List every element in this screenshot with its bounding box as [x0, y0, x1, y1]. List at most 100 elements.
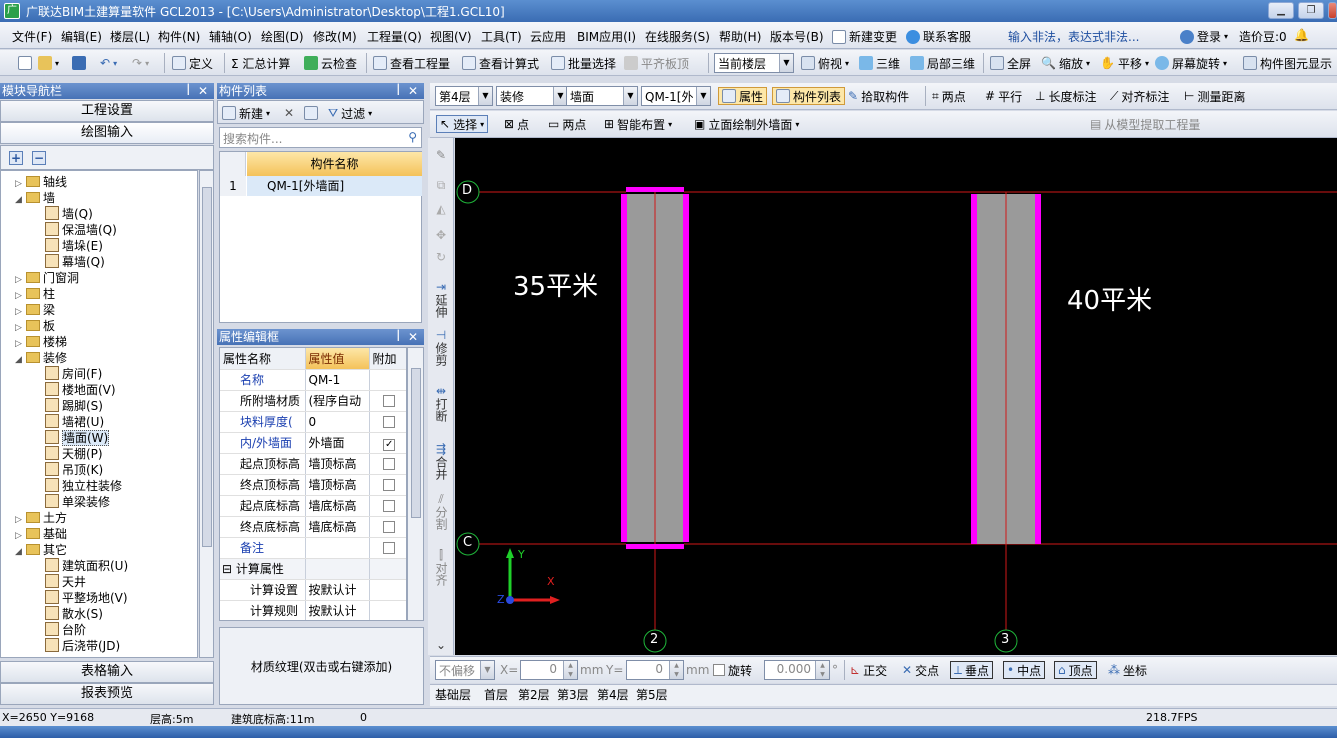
copy-icon[interactable]	[304, 104, 318, 122]
more-tools-icon[interactable]: ⌄	[430, 638, 452, 652]
two-point-button[interactable]: ⌗ 两点	[932, 87, 966, 105]
layer-tab-5[interactable]: 第5层	[636, 686, 668, 703]
search-icon[interactable]: ⚲	[408, 130, 417, 144]
property-value[interactable]: (程序自动	[305, 390, 370, 412]
tree-item[interactable]: 散水(S)	[45, 606, 103, 622]
floor-select[interactable]: 第4层 ▼	[435, 86, 493, 106]
layer-tab-3[interactable]: 第3层	[557, 686, 589, 703]
tree-folder[interactable]: ▷ 楼梯	[15, 334, 67, 350]
pin-icon[interactable]: ꟾ	[396, 329, 400, 345]
tree-item[interactable]: 天棚(P)	[45, 446, 103, 462]
top-view-button[interactable]: 俯视 ▾	[801, 54, 849, 72]
new-change-button[interactable]: 新建变更	[832, 28, 897, 45]
property-value[interactable]: 0	[305, 411, 370, 433]
tree-folder[interactable]: ▷ 门窗洞	[15, 270, 79, 286]
property-value[interactable]: QM-1	[305, 369, 370, 391]
tree-folder[interactable]: ▷ 轴线	[15, 174, 67, 190]
tree-folder[interactable]: ◢ 墙	[15, 190, 55, 206]
close-icon[interactable]: ✕	[198, 83, 208, 99]
menu-quantity[interactable]: 工程量(Q)	[367, 28, 422, 45]
component-list-button[interactable]: 构件列表	[772, 87, 846, 105]
comp-name-column-header[interactable]: 构件名称	[247, 152, 422, 176]
checkbox[interactable]	[383, 520, 396, 533]
close-icon[interactable]: ✕	[408, 83, 418, 99]
collapse-all-icon[interactable]: −	[32, 151, 46, 165]
login-button[interactable]: 登录 ▾	[1180, 28, 1228, 45]
tree-item[interactable]: 踢脚(S)	[45, 398, 103, 414]
layer-tab-base[interactable]: 基础层	[435, 686, 471, 703]
batch-select-button[interactable]: 批量选择	[551, 54, 616, 72]
property-row[interactable]: 计算规则 按默认计	[220, 600, 406, 620]
checkbox[interactable]	[383, 499, 396, 512]
attributes-button[interactable]: 属性	[718, 87, 768, 105]
property-row[interactable]: 备注	[220, 537, 406, 559]
tree-item[interactable]: 房间(F)	[45, 366, 102, 382]
extend-button[interactable]: ⇥ 延伸	[430, 280, 452, 318]
coordinate-button[interactable]: ⁂ 坐标	[1108, 661, 1147, 679]
extract-quantity-button[interactable]: ▤ 从模型提取工程量	[1090, 115, 1200, 133]
menu-view[interactable]: 视图(V)	[430, 28, 472, 45]
tree-folder[interactable]: ▷ 梁	[15, 302, 55, 318]
menu-online[interactable]: 在线服务(S)	[645, 28, 710, 45]
menu-file[interactable]: 文件(F)	[12, 28, 52, 45]
table-input-button[interactable]: 表格输入	[0, 661, 214, 683]
search-component-field[interactable]: 搜索构件... ⚲	[219, 127, 422, 148]
tree-item[interactable]: 墙面(W)	[45, 430, 110, 446]
menu-edit[interactable]: 编辑(E)	[61, 28, 102, 45]
tree-item[interactable]: 保温墙(Q)	[45, 222, 117, 238]
rotate-checkbox[interactable]: 旋转	[713, 661, 752, 679]
define-button[interactable]: 定义	[172, 54, 213, 72]
delete-icon[interactable]: ✕	[284, 104, 294, 122]
tree-item[interactable]: 墙垛(E)	[45, 238, 103, 254]
new-component-button[interactable]: 新建 ▾	[222, 104, 270, 122]
property-row[interactable]: 所附墙材质 (程序自动	[220, 390, 406, 412]
tree-folder[interactable]: ◢ 装修	[15, 350, 67, 366]
tree-folder[interactable]: ▷ 板	[15, 318, 55, 334]
undo-button[interactable]: ↶ ▾	[100, 54, 117, 72]
checkbox[interactable]	[383, 394, 396, 407]
vertical-point-button[interactable]: ⟂ 垂点	[950, 661, 994, 679]
checkbox[interactable]	[383, 541, 396, 554]
measure-distance-button[interactable]: ⊢ 测量距离	[1184, 87, 1245, 105]
tree-folder[interactable]: ▷ 柱	[15, 286, 55, 302]
property-row[interactable]: 终点底标高 墙底标高	[220, 516, 406, 538]
tree-item[interactable]: 幕墙(Q)	[45, 254, 105, 270]
mid-point-button[interactable]: • 中点	[1003, 661, 1046, 679]
length-mark-button[interactable]: ⊥ 长度标注	[1035, 87, 1096, 105]
facade-draw-button[interactable]: ▣ 立面绘制外墙面 ▾	[694, 115, 799, 133]
rotate-angle-input[interactable]: 0.000 ▲ ▼	[764, 660, 830, 680]
mirror-icon[interactable]: ◭	[430, 202, 452, 216]
tree-folder[interactable]: ▷ 土方	[15, 510, 67, 526]
menu-floor[interactable]: 楼层(L)	[110, 28, 150, 45]
category-select[interactable]: 装修 ▼	[496, 86, 568, 106]
two-point-draw-button[interactable]: ▭ 两点	[548, 115, 586, 133]
flush-slab-button[interactable]: 平齐板顶	[624, 54, 689, 72]
checkbox[interactable]	[383, 415, 396, 428]
contact-support-button[interactable]: 联系客服	[906, 28, 971, 45]
property-row[interactable]: ⊟ 计算属性	[220, 558, 406, 580]
point-button[interactable]: ⊠ 点	[504, 115, 529, 133]
open-file-button[interactable]: ▾	[38, 54, 59, 72]
pan-button[interactable]: ✋ 平移 ▾	[1100, 54, 1149, 72]
prop-scrollbar[interactable]	[407, 347, 424, 621]
menu-component[interactable]: 构件(N)	[158, 28, 200, 45]
tree-folder[interactable]: ◢ 其它	[15, 542, 67, 558]
drawing-input-button[interactable]: 绘图输入	[0, 122, 214, 144]
checkbox[interactable]: ✓	[383, 439, 396, 451]
filter-button[interactable]: ⛛ 过滤 ▾	[328, 104, 372, 122]
zoom-button[interactable]: 🔍 缩放 ▾	[1041, 54, 1090, 72]
align-mark-button[interactable]: ⟋ 对齐标注	[1110, 87, 1169, 105]
tree-folder[interactable]: ▷ 基础	[15, 526, 67, 542]
property-row[interactable]: 起点底标高 墙底标高	[220, 495, 406, 517]
align-button[interactable]: ⫿ 对齐	[430, 548, 452, 586]
menu-tools[interactable]: 工具(T)	[481, 28, 522, 45]
ortho-button[interactable]: ⊾ 正交	[850, 661, 887, 679]
tree-item[interactable]: 建筑面积(U)	[45, 558, 128, 574]
tree-item[interactable]: 楼地面(V)	[45, 382, 116, 398]
menu-aux-axis[interactable]: 辅轴(O)	[209, 28, 252, 45]
tree-item[interactable]: 平整场地(V)	[45, 590, 128, 606]
layer-tab-4[interactable]: 第4层	[597, 686, 629, 703]
project-settings-button[interactable]: 工程设置	[0, 100, 214, 122]
tree-item[interactable]: 后浇带(JD)	[45, 638, 120, 654]
property-row[interactable]: 计算设置 按默认计	[220, 579, 406, 601]
